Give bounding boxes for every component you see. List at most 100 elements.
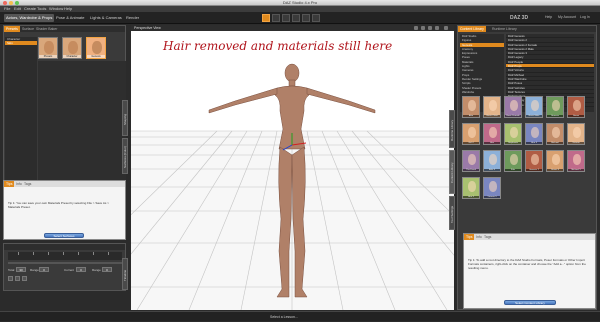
figure-icon (468, 154, 476, 165)
tab-presets[interactable]: Presets (4, 26, 20, 32)
dolly-icon[interactable] (435, 26, 439, 30)
figure-thumbnail[interactable]: Gianni (567, 96, 585, 118)
tab-runtime-library[interactable]: Runtime Library (490, 26, 519, 32)
tip-text: Tip 1: You can save your own Materials P… (8, 201, 109, 209)
my-account-link[interactable]: My Account (558, 15, 576, 19)
figure-icon (531, 127, 539, 138)
tab-tips[interactable]: Tips (464, 234, 475, 240)
preset-thumbnail[interactable]: Presets (38, 37, 58, 59)
figure-thumbnail[interactable]: Victoria 5 (483, 177, 501, 199)
tab-tags[interactable]: Tags (22, 181, 33, 187)
figure-thumbnail[interactable]: Hiro (483, 123, 501, 145)
figure-thumbnail-label: Girl 4 (463, 142, 479, 144)
figure-thumbnail[interactable]: Stephanie (504, 123, 522, 145)
timeline-ruler[interactable] (8, 252, 122, 260)
total-frames-field[interactable]: 30 (16, 267, 26, 272)
figure-icon (573, 100, 581, 111)
figure-thumbnail[interactable]: Kids (504, 150, 522, 172)
rewind-icon[interactable] (8, 276, 13, 281)
tips-tabs: Tips Info Tags (4, 181, 125, 187)
help-link[interactable]: Help (545, 15, 552, 19)
field-label: Total (8, 268, 15, 272)
3d-viewport[interactable]: Perspective View Hair removed and materi… (131, 25, 454, 310)
play-icon[interactable] (15, 276, 20, 281)
select-content-library-button[interactable]: Select Content Library (504, 300, 556, 305)
figure-thumbnail-label: Hiro 5 (463, 196, 479, 198)
side-tab-content-library[interactable]: Content Library (449, 150, 455, 194)
log-in-link[interactable]: Log In (580, 15, 590, 19)
camera-tool-icon[interactable] (312, 14, 320, 22)
tab-pose-animate[interactable]: Pose & Animate (54, 14, 86, 22)
figure-thumbnail[interactable]: The Freak (462, 150, 480, 172)
library-tabs: Content Library Runtime Library (458, 26, 596, 32)
figure-thumbnail[interactable]: Michael 5 (567, 150, 585, 172)
tab-shader-baker[interactable]: Shader Baker (34, 26, 59, 32)
figure-thumbnail-label: Michael (547, 142, 563, 144)
figure-thumbnail-label: Gianni 4 (547, 169, 563, 171)
tab-content-library[interactable]: Content Library (458, 26, 486, 32)
tab-render[interactable]: Render (124, 14, 141, 22)
library-tips-tabs: Tips Info Tags (464, 234, 595, 240)
range-start-field[interactable]: 0 (39, 267, 49, 272)
figure-thumbnail[interactable]: Michael (546, 123, 564, 145)
figure-thumbnail[interactable]: Aiko (462, 96, 480, 118)
preset-thumbnail[interactable]: Character (62, 37, 82, 59)
preset-content-area (38, 61, 126, 197)
tab-tags[interactable]: Tags (482, 234, 493, 240)
rotate-tool-icon[interactable] (282, 14, 290, 22)
figure-thumbnail[interactable]: Basic Female (504, 96, 522, 118)
node-tool-icon[interactable] (302, 14, 310, 22)
annotation-caption: Hair removed and materials still here (163, 39, 393, 53)
pan-icon[interactable] (414, 26, 418, 30)
figure-thumbnail[interactable]: Basic Child (483, 96, 501, 118)
figure-thumbnail[interactable]: Victoria (567, 123, 585, 145)
figure-icon (573, 127, 581, 138)
range-end-field[interactable]: 0 (102, 267, 112, 272)
forward-icon[interactable] (22, 276, 27, 281)
figure-thumbnail-label: Aiko 4 (484, 169, 500, 171)
options-icon[interactable] (444, 26, 448, 30)
field-label: Current (64, 268, 75, 272)
library-category-item[interactable]: Wardrobe (460, 90, 504, 94)
tab-lights-cameras[interactable]: Lights & Cameras (88, 14, 124, 22)
figure-thumbnail[interactable]: Gianni 4 (546, 150, 564, 172)
side-tab-timeline[interactable]: Timeline (122, 258, 128, 290)
figure-thumbnail-label: Basic Female (505, 115, 521, 117)
figure-thumbnail[interactable]: Girl 4 (462, 123, 480, 145)
orbit-icon[interactable] (421, 26, 425, 30)
figure-thumbnail-label: Kids (505, 169, 521, 171)
select-tool-icon[interactable] (262, 14, 270, 22)
figure-icon (510, 100, 518, 111)
figure-thumbnail-label: Aiko (463, 115, 479, 117)
face-icon (44, 41, 54, 54)
side-tab-tool-settings[interactable]: Tool Settings (449, 196, 455, 230)
tree-item-selected[interactable]: Skin (5, 41, 37, 45)
side-tab-surfaces[interactable]: Surfaces (Color) (122, 138, 128, 174)
category-tree: Character Skin (5, 37, 37, 197)
daz-logo: DAZ 3D (510, 15, 529, 21)
side-tab-runtime-library[interactable]: Runtime Library (449, 110, 455, 148)
figure-thumbnail[interactable]: Genesis 2 (525, 150, 543, 172)
figure-thumbnail[interactable]: Genesis (546, 96, 564, 118)
current-frame-field[interactable]: 0 (76, 267, 86, 272)
figure-thumbnail-label: Genesis 2 (526, 169, 542, 171)
tab-tips[interactable]: Tips (4, 181, 15, 187)
scale-tool-icon[interactable] (292, 14, 300, 22)
move-tool-icon[interactable] (272, 14, 280, 22)
figure-thumbnail[interactable]: Hiro 5 (462, 177, 480, 199)
figure-thumbnail-label: Stephanie (505, 142, 521, 144)
preset-thumbnail-selected[interactable]: Genesis (86, 37, 106, 59)
figure-thumbnail-label: Basic Male (526, 115, 542, 117)
select-surfaces-button[interactable]: Select Surfaces (44, 233, 84, 238)
timeline-scrubber[interactable] (8, 262, 122, 264)
figure-thumbnail-label: Michael 5 (568, 169, 584, 171)
content-library-panel: Content Library Runtime Library DAZ Stud… (457, 25, 597, 310)
face-icon (68, 41, 78, 54)
figure-thumbnail[interactable]: Hiro 4 (525, 123, 543, 145)
figure-thumbnail[interactable]: Basic Male (525, 96, 543, 118)
preset-thumbnails: Presets Character Genesis (38, 37, 126, 59)
tab-actors-wardrobe-props[interactable]: Actors, Wardrobe & Props (4, 14, 55, 22)
side-tab-shaping[interactable]: Shaping (122, 100, 128, 136)
figure-thumbnail[interactable]: Aiko 4 (483, 150, 501, 172)
zoom-icon[interactable] (428, 26, 432, 30)
